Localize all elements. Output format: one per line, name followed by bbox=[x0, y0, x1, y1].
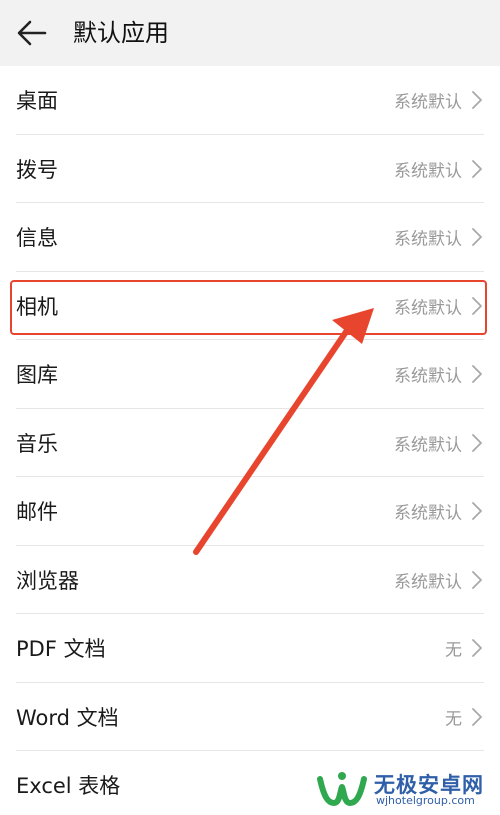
list-item-value: 系统默认 bbox=[394, 161, 462, 182]
header-bar: 默认应用 bbox=[0, 0, 500, 66]
chevron-right-icon bbox=[472, 433, 482, 452]
list-item-value: 系统默认 bbox=[394, 572, 462, 593]
default-apps-screen: 默认应用 桌面 系统默认 拨号 系统默认 信息 系统默认 相机 系统默认 图库 … bbox=[0, 0, 500, 815]
list-item-label: Word 文档 bbox=[16, 705, 119, 730]
list-item-excel[interactable]: Excel 表格 bbox=[0, 751, 500, 815]
list-item-camera[interactable]: 相机 系统默认 bbox=[0, 272, 500, 340]
list-item-value: 系统默认 bbox=[394, 229, 462, 250]
default-apps-list: 桌面 系统默认 拨号 系统默认 信息 系统默认 相机 系统默认 图库 系统默认 bbox=[0, 66, 500, 815]
list-item-messages[interactable]: 信息 系统默认 bbox=[0, 203, 500, 272]
list-item-value: 无 bbox=[445, 709, 462, 730]
list-item-desktop[interactable]: 桌面 系统默认 bbox=[0, 66, 500, 135]
list-item-label: 桌面 bbox=[16, 89, 58, 114]
list-item-label: Excel 表格 bbox=[16, 774, 121, 799]
list-item-word[interactable]: Word 文档 无 bbox=[0, 683, 500, 751]
list-item-dialer[interactable]: 拨号 系统默认 bbox=[0, 135, 500, 203]
list-item-label: 邮件 bbox=[16, 500, 58, 525]
chevron-right-icon bbox=[472, 296, 482, 315]
list-item-browser[interactable]: 浏览器 系统默认 bbox=[0, 546, 500, 614]
list-item-label: 信息 bbox=[16, 226, 58, 251]
list-item-music[interactable]: 音乐 系统默认 bbox=[0, 409, 500, 477]
chevron-right-icon bbox=[472, 228, 482, 247]
list-item-label: 音乐 bbox=[16, 431, 58, 456]
list-item-value: 系统默认 bbox=[394, 503, 462, 524]
list-item-pdf[interactable]: PDF 文档 无 bbox=[0, 614, 500, 683]
list-item-value: 系统默认 bbox=[394, 298, 462, 319]
list-item-label: 拨号 bbox=[16, 157, 58, 182]
list-item-value: 无 bbox=[445, 640, 462, 661]
list-item-label: 相机 bbox=[16, 294, 58, 319]
chevron-right-icon bbox=[472, 639, 482, 658]
list-item-label: 浏览器 bbox=[16, 568, 79, 593]
list-item-value: 系统默认 bbox=[394, 92, 462, 113]
list-item-value: 系统默认 bbox=[394, 366, 462, 387]
chevron-right-icon bbox=[472, 365, 482, 384]
list-item-label: PDF 文档 bbox=[16, 637, 106, 662]
chevron-right-icon bbox=[472, 91, 482, 110]
list-item-label: 图库 bbox=[16, 363, 58, 388]
page-title: 默认应用 bbox=[73, 19, 169, 47]
chevron-right-icon bbox=[472, 707, 482, 726]
list-item-email[interactable]: 邮件 系统默认 bbox=[0, 477, 500, 546]
list-item-value: 系统默认 bbox=[394, 435, 462, 456]
chevron-right-icon bbox=[472, 570, 482, 589]
chevron-right-icon bbox=[472, 502, 482, 521]
chevron-right-icon bbox=[472, 159, 482, 178]
arrow-left-icon bbox=[17, 20, 47, 46]
back-button[interactable] bbox=[14, 16, 50, 50]
list-item-gallery[interactable]: 图库 系统默认 bbox=[0, 340, 500, 409]
